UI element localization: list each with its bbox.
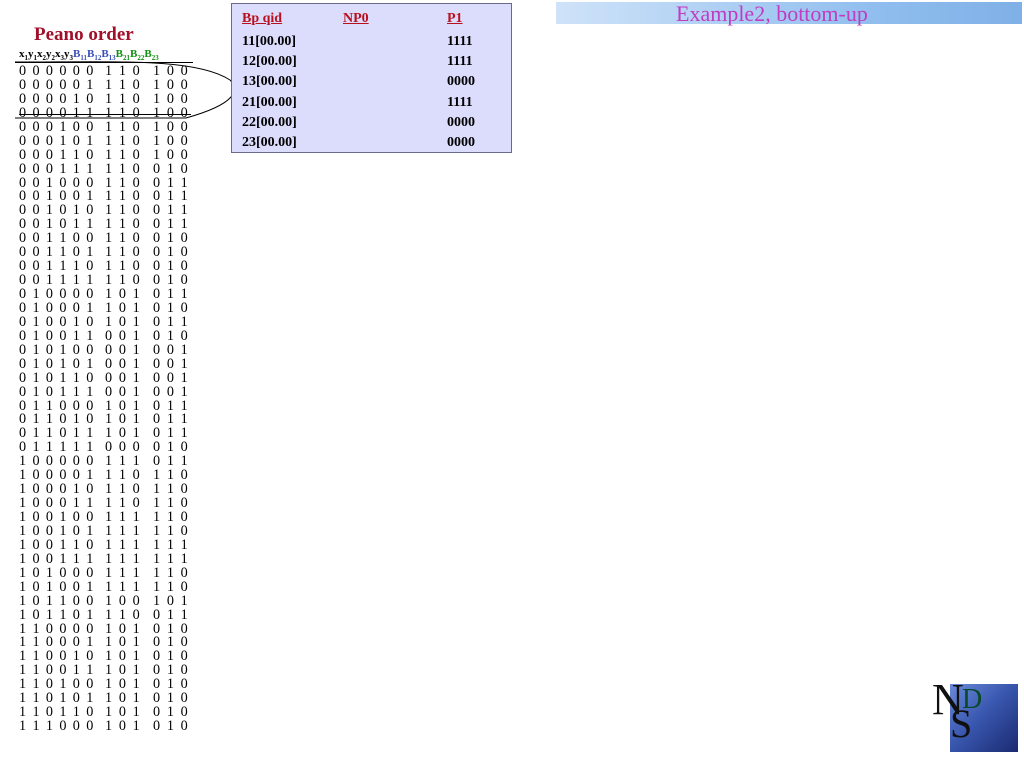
group-strike-line bbox=[19, 113, 191, 115]
query-table-row: 22[00.00] 0000 bbox=[232, 115, 511, 135]
row-b2-bits: 0 1 0 bbox=[153, 718, 190, 735]
header-var-subscript: 11 bbox=[80, 54, 87, 63]
cell-p1: 0000 bbox=[447, 74, 475, 90]
header-bp-qid: Bp qid bbox=[242, 11, 283, 26]
cell-p1: 1111 bbox=[447, 54, 473, 70]
nds-logo: N D S bbox=[932, 675, 1018, 752]
slide-title: Example2, bottom-up bbox=[676, 1, 868, 26]
logo-letter-s: S bbox=[950, 701, 973, 746]
header-x-part: x1y1x2y2x3y3 bbox=[19, 48, 73, 62]
header-np0: NP0 bbox=[343, 11, 369, 26]
column-header: x1y1x2y2x3y3B11B12B13B21B22B23 bbox=[19, 48, 159, 62]
header-var-subscript: 21 bbox=[123, 54, 130, 63]
header-var-subscript: 23 bbox=[151, 54, 159, 63]
cell-bp-qid: 12[00.00] bbox=[242, 54, 297, 70]
cell-p1: 1111 bbox=[447, 94, 473, 110]
header-p1: P1 bbox=[447, 11, 463, 26]
cell-p1: 1111 bbox=[447, 34, 473, 49]
query-table-row: 23[00.00] 0000 bbox=[232, 135, 511, 155]
header-var-subscript: 13 bbox=[108, 54, 116, 63]
cell-p1: 0000 bbox=[447, 135, 475, 150]
query-table: Bp qid NP0 P1 11[00.00] 1111 12[00.00] 1111… bbox=[231, 3, 512, 153]
cell-bp-qid: 11[00.00] bbox=[242, 34, 297, 49]
query-table-row: 12[00.00] 1111 bbox=[232, 54, 511, 74]
header-var: B bbox=[101, 48, 109, 60]
header-b2-part: B21B22B23 bbox=[115, 48, 159, 63]
query-table-row: 13[00.00] 0000 bbox=[232, 74, 511, 94]
cell-bp-qid: 21[00.00] bbox=[242, 94, 297, 110]
peano-order-title: Peano order bbox=[34, 24, 134, 45]
cell-bp-qid: 13[00.00] bbox=[242, 74, 297, 90]
row-b1-bits: 1 0 1 bbox=[105, 718, 142, 735]
query-table-row: 11[00.00] 1111 bbox=[232, 34, 511, 54]
query-table-header: Bp qid NP0 P1 bbox=[232, 11, 511, 31]
query-table-row: 21[00.00] 1111 bbox=[232, 95, 511, 115]
header-var: B bbox=[115, 48, 123, 60]
header-b1-part: B11B12B13 bbox=[73, 48, 116, 63]
cell-bp-qid: 22[00.00] bbox=[242, 114, 297, 130]
row-coords: 1 1 1 0 0 0 bbox=[19, 718, 95, 735]
cell-bp-qid: 23[00.00] bbox=[242, 135, 297, 150]
header-var: B bbox=[144, 48, 152, 60]
cell-p1: 0000 bbox=[447, 114, 475, 130]
